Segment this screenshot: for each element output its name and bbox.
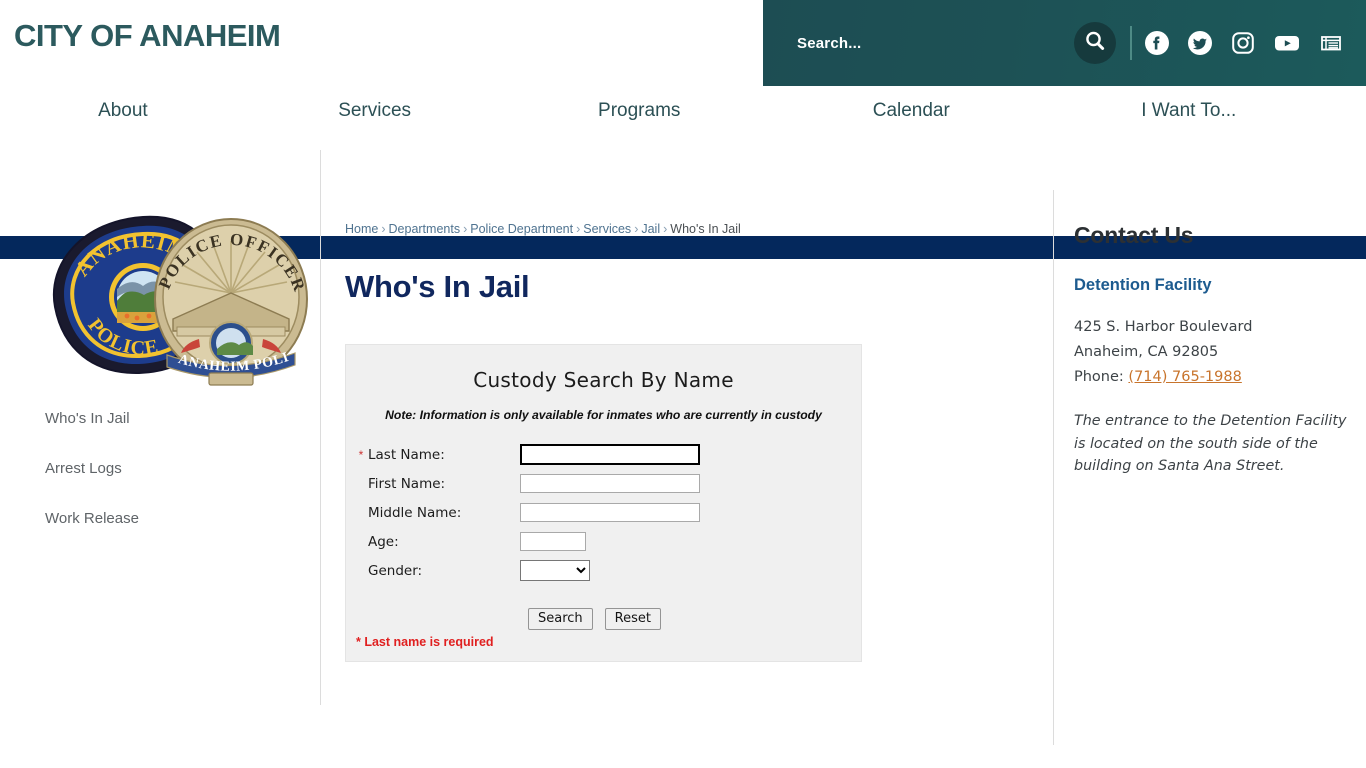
form-heading: Custody Search By Name (473, 368, 734, 392)
form-row-age: Age: (346, 527, 861, 556)
middle-name-input[interactable] (520, 503, 700, 522)
breadcrumb-link-jail[interactable]: Jail (641, 222, 660, 236)
site-header: CITY OF ANAHEIM Search... (0, 0, 1366, 86)
required-marker: * (358, 447, 364, 462)
reset-button[interactable]: Reset (604, 608, 661, 630)
breadcrumb-link-services[interactable]: Services (583, 222, 631, 236)
first-name-input[interactable] (520, 474, 700, 493)
sidebar-nav-list: Who's In Jail Arrest Logs Work Release (45, 410, 320, 527)
search-submit-button[interactable]: Search (528, 608, 593, 630)
nav-item-calendar[interactable]: Calendar (775, 86, 1048, 122)
sidebar-item-arrest-logs[interactable]: Arrest Logs (45, 460, 320, 477)
breadcrumb-separator: › (634, 222, 639, 236)
sidebar-item-whos-in-jail[interactable]: Who's In Jail (45, 410, 320, 427)
breadcrumb-separator: › (576, 222, 581, 236)
label-gender: Gender: (368, 562, 423, 579)
header-search-band: Search... (763, 0, 1366, 86)
newsletter-icon[interactable] (1318, 30, 1344, 56)
search-icon (1083, 29, 1107, 58)
breadcrumb-link-departments[interactable]: Departments (389, 222, 461, 236)
nav-item-services[interactable]: Services (246, 86, 504, 122)
label-last-name: Last Name: (368, 446, 445, 463)
label-middle-name: Middle Name: (368, 504, 462, 521)
validation-error-message: * Last name is required (356, 635, 494, 649)
breadcrumb-current: Who's In Jail (670, 222, 741, 236)
sidebar-item-work-release[interactable]: Work Release (45, 510, 320, 527)
main-navigation: About Services Programs Calendar I Want … (0, 86, 1366, 259)
search-button[interactable] (1074, 22, 1116, 64)
breadcrumb: Home › Departments › Police Department › Servi… (345, 190, 1045, 236)
twitter-icon[interactable] (1187, 30, 1213, 56)
police-badge-logo: ANAHEIM POLICE (35, 205, 325, 390)
contact-entrance-note: The entrance to the Detention Facility i… (1074, 413, 1347, 475)
breadcrumb-separator: › (463, 222, 468, 236)
gender-select[interactable]: Male Female (520, 560, 590, 581)
nav-item-about[interactable]: About (0, 86, 246, 122)
page-body: ANAHEIM POLICE (0, 150, 1366, 745)
last-name-input[interactable] (520, 444, 700, 465)
header-divider (1130, 26, 1132, 60)
contact-phone-label: Phone: (1074, 369, 1124, 385)
detention-facility-heading[interactable]: Detention Facility (1074, 276, 1354, 295)
form-row-middle-name: Middle Name: (346, 498, 861, 527)
contact-address-line-1: 425 S. Harbor Boulevard (1074, 319, 1253, 335)
form-note: Note: Information is only available for … (385, 408, 822, 422)
custody-search-form: Custody Search By Name Note: Information… (345, 344, 862, 662)
age-input[interactable] (520, 532, 586, 551)
search-input[interactable]: Search... (797, 35, 1074, 52)
main-content: Home › Departments › Police Department › Servi… (345, 190, 1045, 662)
contact-phone-row: Phone: (714) 765-1988 (1074, 369, 1354, 385)
site-brand-logo[interactable]: CITY OF ANAHEIM (14, 18, 281, 54)
right-sidebar: Contact Us Detention Facility 425 S. Har… (1074, 190, 1354, 478)
form-row-last-name: * Last Name: (346, 440, 861, 469)
left-sidebar: ANAHEIM POLICE (0, 190, 320, 560)
instagram-icon[interactable] (1230, 30, 1256, 56)
form-row-first-name: First Name: (346, 469, 861, 498)
youtube-icon[interactable] (1273, 30, 1301, 56)
breadcrumb-link-police-department[interactable]: Police Department (470, 222, 573, 236)
breadcrumb-link-home[interactable]: Home (345, 222, 378, 236)
facebook-icon[interactable] (1144, 30, 1170, 56)
contact-us-heading: Contact Us (1074, 222, 1194, 248)
contact-phone-link[interactable]: (714) 765-1988 (1128, 369, 1241, 385)
form-row-gender: Gender: Male Female (346, 556, 861, 585)
label-age: Age: (368, 533, 399, 550)
nav-item-programs[interactable]: Programs (503, 86, 775, 122)
social-links (1144, 30, 1344, 56)
form-buttons: Search Reset (528, 608, 861, 630)
breadcrumb-separator: › (381, 222, 386, 236)
label-first-name: First Name: (368, 475, 446, 492)
sidebar-divider-right (1053, 190, 1054, 745)
breadcrumb-separator: › (663, 222, 668, 236)
page-title: Who's In Jail (345, 269, 530, 304)
nav-item-i-want-to[interactable]: I Want To... (1048, 86, 1330, 122)
contact-address-line-2: Anaheim, CA 92805 (1074, 344, 1219, 360)
